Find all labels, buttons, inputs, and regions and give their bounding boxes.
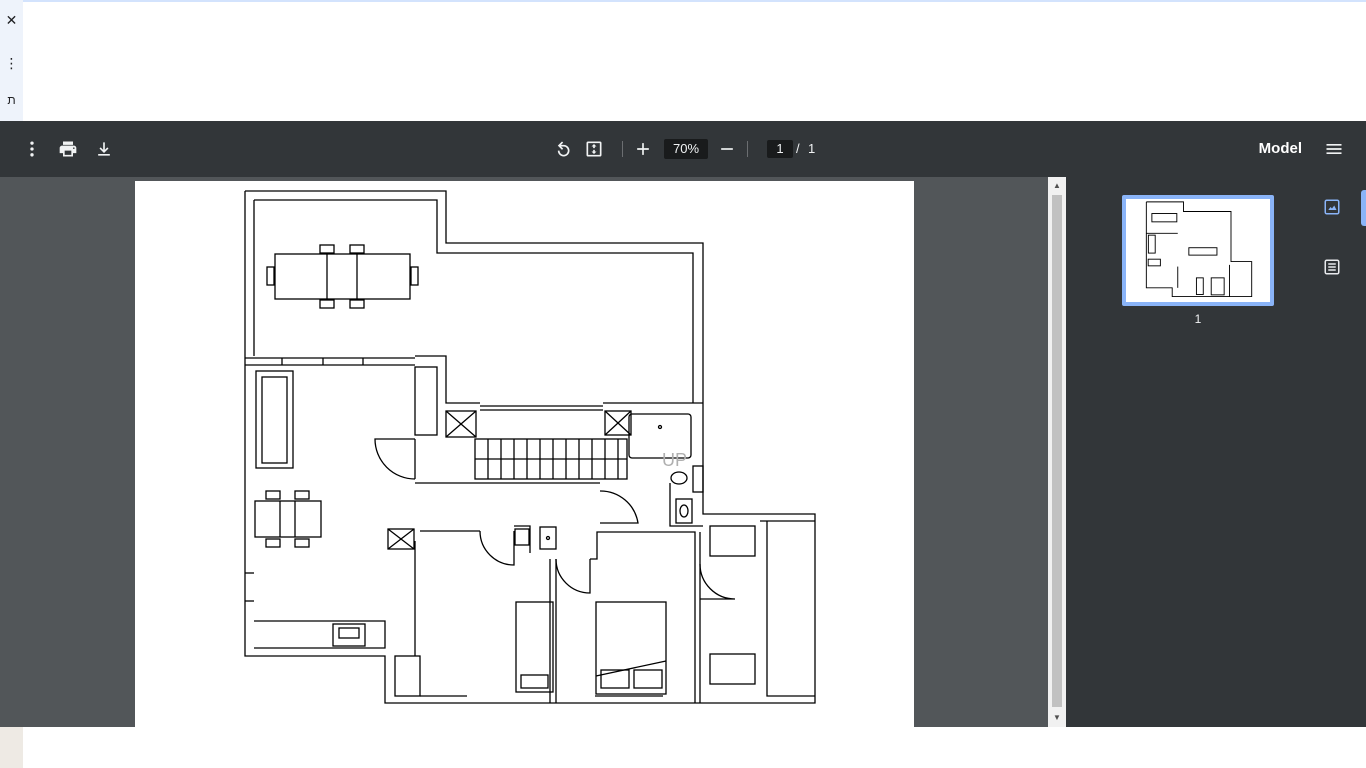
thumbnail-floor-plan (1145, 201, 1253, 297)
page-separator: / (796, 141, 800, 156)
thumbnail-preview (1126, 199, 1270, 302)
pdf-page: UP (135, 181, 914, 727)
outline-tab-icon[interactable] (1320, 255, 1344, 279)
scrollbar-thumb[interactable] (1052, 195, 1062, 707)
stair-up-label: UP (662, 450, 687, 470)
active-tab-indicator (1361, 190, 1366, 226)
rotate-icon[interactable] (550, 137, 574, 161)
toolbar-divider (747, 141, 748, 157)
zoom-in-icon[interactable] (631, 137, 655, 161)
zoom-input[interactable]: 70% (664, 139, 708, 159)
side-panel-char: ת (7, 93, 16, 107)
scroll-down-arrow-icon[interactable]: ▼ (1052, 713, 1062, 723)
page-total: 1 (808, 141, 816, 156)
more-menu-icon[interactable]: ⋮ (0, 53, 23, 73)
thumbnail-page-label: 1 (1194, 312, 1202, 326)
scroll-up-arrow-icon[interactable]: ▲ (1052, 181, 1062, 191)
page-number-input[interactable]: 1 (767, 140, 793, 158)
fit-page-icon[interactable] (582, 137, 606, 161)
browser-side-panel-bottom (0, 727, 23, 768)
zoom-out-icon[interactable] (715, 137, 739, 161)
browser-top-accent (0, 0, 1366, 2)
more-vert-icon[interactable] (20, 137, 44, 161)
close-icon[interactable]: ✕ (0, 10, 23, 30)
menu-icon[interactable] (1322, 137, 1346, 161)
download-icon[interactable] (92, 137, 116, 161)
toolbar-divider (622, 141, 623, 157)
page-thumbnail[interactable] (1122, 195, 1274, 306)
thumbnails-tab-icon[interactable] (1320, 195, 1344, 219)
document-title: Model (1258, 140, 1302, 157)
print-icon[interactable] (56, 137, 80, 161)
floor-plan-drawing: UP (244, 190, 816, 704)
